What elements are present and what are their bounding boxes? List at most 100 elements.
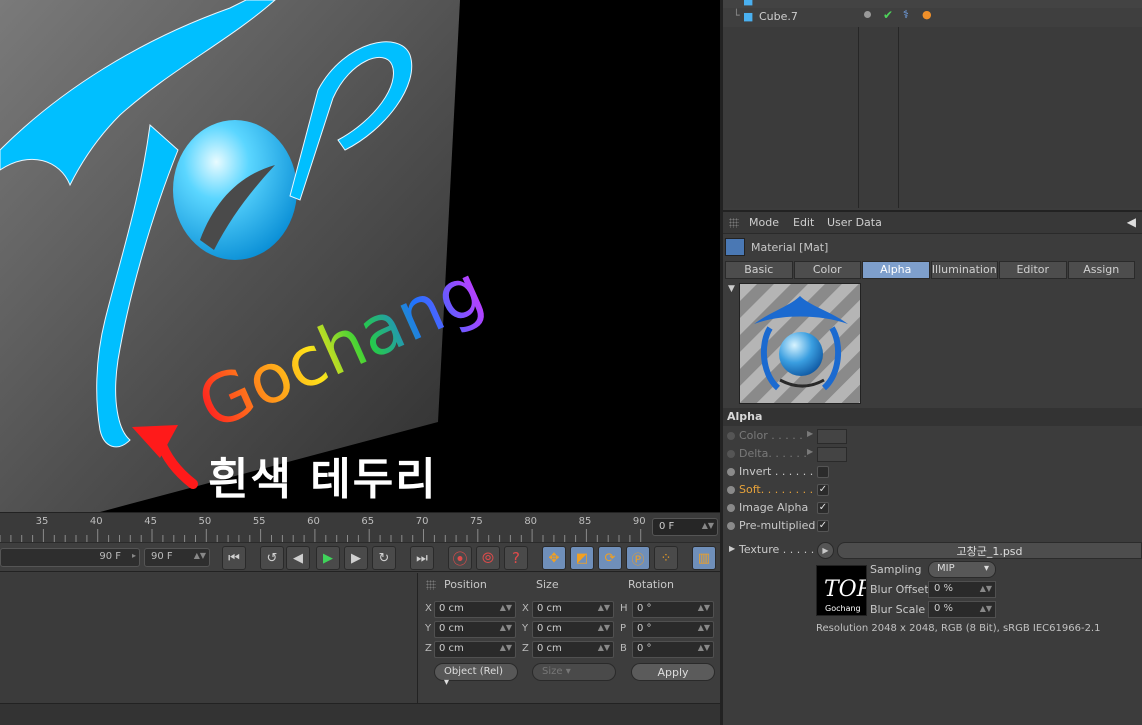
animate-dot-icon[interactable] [727, 432, 735, 440]
next-frame-icon[interactable]: ▶ [344, 546, 368, 570]
size-z-field[interactable]: 0 cm ▲▼ [532, 641, 614, 658]
size-mode-dropdown[interactable]: Size ▾ [532, 663, 616, 681]
texture-menu-icon[interactable]: ▶ [817, 542, 834, 559]
auto-key-icon[interactable]: ⦾ [476, 546, 500, 570]
rotation-p-field[interactable]: 0 ° ▲▼ [632, 621, 714, 638]
transport-bar: 90 F ▸ 90 F ▲▼ ⏮ ↺ ◀ ▶ ▶ ↻ ⏭ ⦿ ⦾ ? ✥ ◩ ⟳ Ⓟ… [0, 542, 720, 572]
sampling-dropdown[interactable]: MIP ▾ [928, 561, 996, 578]
invert-property[interactable]: Invert . . . . . . . [727, 465, 829, 482]
premultiplied-property[interactable]: Pre-multiplied ✓ [727, 519, 829, 536]
goto-end-icon[interactable]: ⏭ [410, 546, 434, 570]
panel-grip-icon[interactable] [426, 580, 436, 590]
tab-editor[interactable]: Editor [999, 261, 1067, 279]
blur-scale-label: Blur Scale [870, 603, 926, 616]
point-level-icon[interactable]: ⁘ [654, 546, 678, 570]
size-y-field[interactable]: 0 cm ▲▼ [532, 621, 614, 638]
prev-frame-icon[interactable]: ◀ [286, 546, 310, 570]
animate-dot-icon[interactable] [727, 468, 735, 476]
position-z-field[interactable]: 0 cm ▲▼ [434, 641, 516, 658]
prev-key-icon[interactable]: ↺ [260, 546, 284, 570]
tab-assign[interactable]: Assign [1067, 261, 1135, 279]
goto-start-icon[interactable]: ⏮ [222, 546, 246, 570]
rotation-h-field[interactable]: 0 ° ▲▼ [632, 601, 714, 618]
current-frame-field[interactable]: 0 F ▲▼ [652, 518, 718, 536]
delta-swatch[interactable] [817, 447, 847, 462]
parameter-icon[interactable]: Ⓟ [626, 546, 650, 570]
delta-property[interactable]: Delta. . . . . . ▶ [727, 447, 847, 464]
timeline-tick-label: 50 [198, 516, 212, 527]
invert-checkbox[interactable] [817, 466, 829, 478]
object-row-cube7[interactable]: └ ■ Cube.7 ✔ ⚕ ● [723, 8, 1142, 27]
apply-button[interactable]: Apply [631, 663, 715, 681]
timeline-tick-label: 45 [144, 516, 157, 527]
material-preview[interactable] [739, 283, 861, 404]
timeline-ruler[interactable]: 35 40 45 50 55 60 65 70 75 80 85 90 [0, 513, 650, 543]
axis-label: H [620, 603, 628, 614]
play-icon[interactable]: ▶ [316, 546, 340, 570]
end-frame-field[interactable]: 90 F ▲▼ [144, 548, 210, 567]
animate-dot-icon[interactable] [727, 450, 735, 458]
blur-offset-field[interactable]: 0 % ▲▼ [928, 581, 996, 598]
blur-scale-field[interactable]: 0 % ▲▼ [928, 601, 996, 618]
menu-user-data[interactable]: User Data [827, 216, 882, 229]
material-title: Material [Mat] [723, 236, 1142, 258]
timeline[interactable]: 35 40 45 50 55 60 65 70 75 80 85 90 0 F ▲▼ [0, 512, 720, 543]
soft-property[interactable]: Soft. . . . . . . . . ✓ [727, 483, 829, 500]
coordinate-mode-dropdown[interactable]: Object (Rel) ▾ [434, 663, 518, 688]
texture-thumbnail[interactable]: TOP Gochang [816, 565, 867, 616]
premultiplied-checkbox[interactable]: ✓ [817, 520, 829, 532]
image-alpha-property[interactable]: Image Alpha ✓ [727, 501, 829, 518]
move-icon[interactable]: ✥ [542, 546, 566, 570]
texture-file-button[interactable]: 고창군_1.psd [837, 542, 1142, 559]
axis-label: X [522, 603, 529, 614]
axis-label: Z [425, 643, 432, 654]
menu-edit[interactable]: Edit [793, 216, 814, 229]
timeline-tick-label: 40 [89, 516, 103, 527]
timeline-tick-label: 35 [35, 516, 49, 527]
back-arrow-icon[interactable]: ◀ [1127, 215, 1136, 229]
rotation-b-field[interactable]: 0 ° ▲▼ [632, 641, 714, 658]
axis-label: Z [522, 643, 529, 654]
end-frame-slider[interactable]: 90 F ▸ [0, 548, 140, 567]
expand-arrow-icon[interactable]: ▶ [807, 447, 813, 456]
preview-menu-arrow-icon[interactable]: ▼ [728, 284, 735, 294]
record-key-icon[interactable]: ⦿ [448, 546, 472, 570]
timeline-tick-label: 70 [415, 516, 429, 527]
thumb-top-text: TOP [824, 577, 867, 602]
tab-alpha[interactable]: Alpha [862, 261, 930, 279]
animate-dot-icon[interactable] [727, 486, 735, 494]
menu-mode[interactable]: Mode [749, 216, 779, 229]
expand-arrow-icon[interactable]: ▶ [807, 429, 813, 438]
tab-color[interactable]: Color [793, 261, 861, 279]
rotate-icon[interactable]: ⟳ [598, 546, 622, 570]
tab-basic[interactable]: Basic [725, 261, 793, 279]
next-key-icon[interactable]: ↻ [372, 546, 396, 570]
animate-dot-icon[interactable] [727, 522, 735, 530]
panel-grip-icon[interactable] [729, 218, 739, 228]
color-property[interactable]: Color . . . . . ▶ [727, 429, 847, 446]
axis-label: Y [522, 623, 529, 634]
texture-property[interactable]: ▶ Texture . . . . . . ▶ 고창군_1.psd [723, 540, 1142, 560]
om-column-divider [858, 0, 859, 208]
attribute-manager: Mode Edit User Data ◀ Material [Mat] Bas… [723, 210, 1142, 725]
keyframe-selection-icon[interactable]: ? [504, 546, 528, 570]
film-icon[interactable]: ▥ [692, 546, 716, 570]
position-y-field[interactable]: 0 cm ▲▼ [434, 621, 516, 638]
animate-dot-icon[interactable] [727, 504, 735, 512]
soft-checkbox[interactable]: ✓ [817, 484, 829, 496]
3d-viewport[interactable]: Gochang 흰색 테두리 [0, 0, 720, 512]
visibility-dot-icon[interactable] [864, 11, 871, 18]
size-x-field[interactable]: 0 cm ▲▼ [532, 601, 614, 618]
enabled-check-icon[interactable]: ✔ [883, 8, 893, 22]
tab-illumination[interactable]: Illumination [930, 261, 998, 279]
viewport-render: Gochang [0, 0, 496, 512]
tag-icon[interactable]: ⚕ [903, 8, 909, 21]
color-swatch[interactable] [817, 429, 847, 444]
image-alpha-checkbox[interactable]: ✓ [817, 502, 829, 514]
expand-arrow-icon[interactable]: ▶ [729, 544, 735, 553]
object-name: Cube.7 [759, 10, 798, 23]
scale-icon[interactable]: ◩ [570, 546, 594, 570]
position-x-field[interactable]: 0 cm ▲▼ [434, 601, 516, 618]
material-tag-icon[interactable]: ● [922, 8, 932, 21]
timeline-tick-label: 65 [361, 516, 375, 527]
